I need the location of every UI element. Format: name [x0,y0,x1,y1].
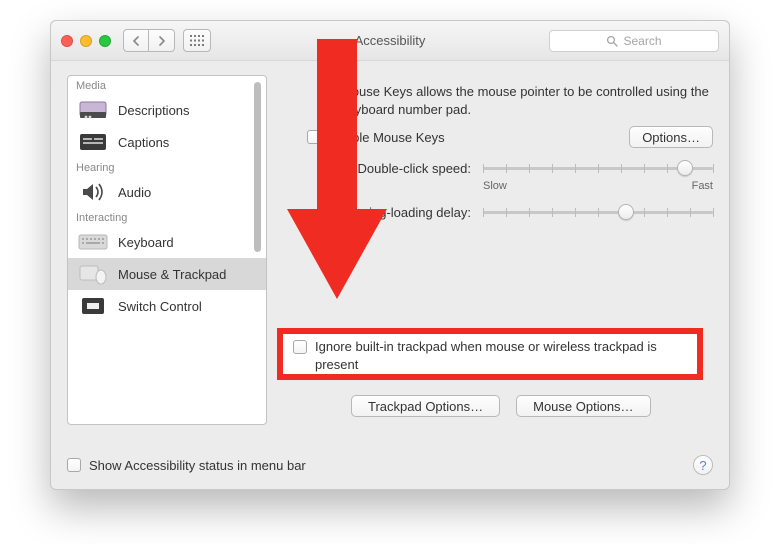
sidebar-scrollbar[interactable] [250,78,264,422]
trackpad-options-button[interactable]: Trackpad Options… [351,395,500,417]
sidebar-item-switch-control[interactable]: Switch Control [68,290,266,322]
sidebar-item-captions[interactable]: Captions [68,126,266,158]
footer: Show Accessibility status in menu bar ? [67,455,713,475]
sidebar-section-interacting: Interacting [68,208,266,226]
highlighted-option: Ignore built-in trackpad when mouse or w… [277,328,703,380]
enable-mouse-keys-label: Enable Mouse Keys [329,130,445,145]
chevron-right-icon [158,36,166,46]
search-placeholder: Search [623,34,661,48]
help-button[interactable]: ? [693,455,713,475]
slider-max-label: Fast [692,180,713,192]
minimize-window-button[interactable] [80,35,92,47]
help-icon: ? [699,458,706,473]
spring-loading-delay-slider[interactable] [483,202,713,222]
nav-group [123,29,175,52]
back-button[interactable] [123,29,149,52]
descriptions-icon [78,99,108,121]
sidebar-item-label: Mouse & Trackpad [118,267,226,282]
show-status-menubar-label: Show Accessibility status in menu bar [89,458,306,473]
forward-button[interactable] [149,29,175,52]
slider-min-label: Slow [483,180,507,192]
sidebar-item-label: Captions [118,135,169,150]
grid-icon [190,35,204,46]
captions-icon [78,131,108,153]
mouse-keys-description: Mouse Keys allows the mouse pointer to b… [341,83,713,118]
sidebar-section-media: Media [68,76,266,94]
sidebar-item-label: Switch Control [118,299,202,314]
mouse-options-button[interactable]: Mouse Options… [516,395,650,417]
slider-knob[interactable] [618,204,634,220]
sidebar-item-descriptions[interactable]: Descriptions [68,94,266,126]
chevron-left-icon [132,36,140,46]
search-input[interactable]: Search [549,30,719,52]
double-click-speed-label: Double-click speed: [331,161,471,176]
ignore-trackpad-checkbox[interactable] [293,340,307,354]
titlebar: Accessibility Search [51,21,729,61]
window-body: Media Descriptions Captions Hearing [51,61,729,489]
mouse-icon [78,263,108,285]
mouse-keys-options-button[interactable]: Options… [629,126,713,148]
sidebar-item-label: Audio [118,185,151,200]
sidebar-item-mouse-trackpad[interactable]: Mouse & Trackpad [68,258,266,290]
ignore-trackpad-label: Ignore built-in trackpad when mouse or w… [315,338,687,373]
window-controls [61,35,111,47]
zoom-window-button[interactable] [99,35,111,47]
scrollbar-thumb[interactable] [254,82,261,252]
switch-control-icon [78,295,108,317]
sidebar: Media Descriptions Captions Hearing [67,75,267,425]
sidebar-item-audio[interactable]: Audio [68,176,266,208]
show-status-menubar-checkbox[interactable] [67,458,81,472]
sidebar-item-label: Keyboard [118,235,174,250]
close-window-button[interactable] [61,35,73,47]
accessibility-preferences-window: Accessibility Search Media Descriptions [50,20,730,490]
enable-mouse-keys-checkbox[interactable] [307,130,321,144]
slider-knob[interactable] [677,160,693,176]
double-click-speed-slider[interactable] [483,158,713,178]
search-icon [606,35,618,47]
keyboard-icon [78,231,108,253]
show-all-button[interactable] [183,29,211,52]
sidebar-section-hearing: Hearing [68,158,266,176]
spring-loading-delay-label: Spring-loading delay: [331,205,471,220]
audio-icon [78,181,108,203]
sidebar-item-keyboard[interactable]: Keyboard [68,226,266,258]
sidebar-item-label: Descriptions [118,103,190,118]
